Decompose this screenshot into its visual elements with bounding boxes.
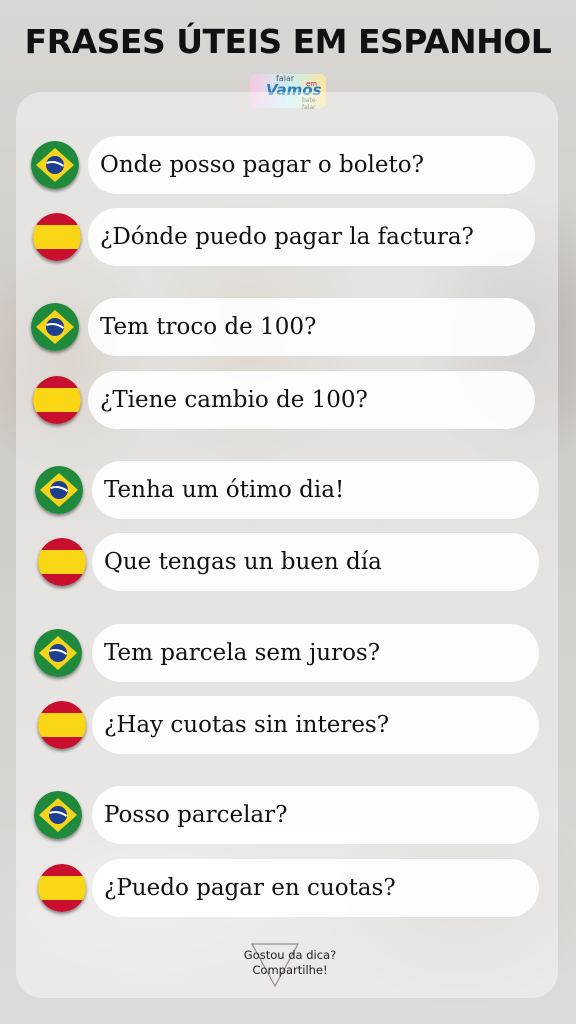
brazil-flag-icon [34, 791, 82, 839]
brazil-flag-icon [31, 141, 79, 189]
phrase-row: Tem troco de 100? [0, 298, 576, 356]
spain-flag-icon [38, 864, 86, 912]
phrase-pill: Posso parcelar? [92, 786, 539, 844]
page-title: FRASES ÚTEIS EM ESPANHOL [24, 22, 552, 61]
phrase-row: Onde posso pagar o boleto? [0, 136, 576, 194]
phrase-row: Posso parcelar? [0, 786, 576, 844]
phrase-pill: Que tengas un buen día [92, 533, 539, 591]
phrase-row: ¿Hay cuotas sin interes? [0, 696, 576, 754]
logo-text-side: em [306, 80, 318, 88]
share-callout: Gostou da dica? Compartilhe! [200, 948, 380, 978]
spain-flag-icon [38, 538, 86, 586]
phrase-pill: ¿Hay cuotas sin interes? [92, 696, 539, 754]
phrase-pill: Tem parcela sem juros? [92, 624, 539, 682]
share-question: Gostou da dica? [243, 948, 337, 962]
brazil-flag-icon [34, 629, 82, 677]
phrase-row: ¿Puedo pagar en cuotas? [0, 859, 576, 917]
phrase-row: ¿Dónde puedo pagar la factura? [0, 208, 576, 266]
spain-flag-icon [33, 376, 81, 424]
phrase-pill: Tem troco de 100? [88, 298, 535, 356]
phrase-row: Que tengas un buen día [0, 533, 576, 591]
brazil-flag-icon [31, 303, 79, 351]
phrase-pill: Tenha um ótimo dia! [92, 461, 539, 519]
brazil-flag-icon [35, 466, 83, 514]
phrase-row: Tem parcela sem juros? [0, 624, 576, 682]
phrase-row: Tenha um ótimo dia! [0, 461, 576, 519]
spain-flag-icon [38, 701, 86, 749]
share-cta: Compartilhe! [252, 963, 328, 977]
phrase-row: ¿Tiene cambio de 100? [0, 371, 576, 429]
phrase-pill: ¿Tiene cambio de 100? [88, 371, 535, 429]
spain-flag-icon [33, 213, 81, 261]
phrase-pill: ¿Dónde puedo pagar la factura? [88, 208, 535, 266]
phrase-pill: ¿Puedo pagar en cuotas? [92, 859, 539, 917]
phrase-pill: Onde posso pagar o boleto? [88, 136, 535, 194]
